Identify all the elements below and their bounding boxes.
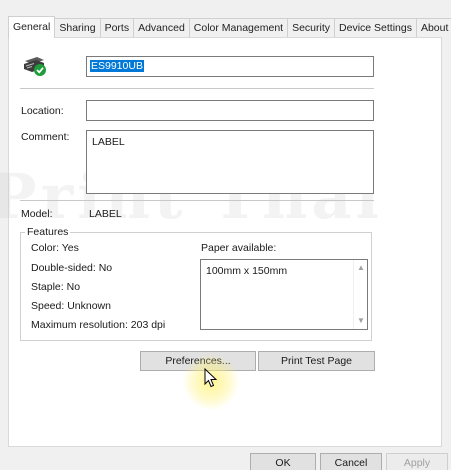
tab-device-settings[interactable]: Device Settings <box>334 18 417 38</box>
model-label: Model: <box>21 208 53 220</box>
preferences-button[interactable]: Preferences... <box>140 351 256 371</box>
tab-sharing[interactable]: Sharing <box>54 18 101 38</box>
ok-button[interactable]: OK <box>250 453 316 470</box>
cancel-button[interactable]: Cancel <box>320 453 382 470</box>
apply-button[interactable]: Apply <box>386 453 448 470</box>
divider <box>20 200 374 201</box>
comment-value: LABEL <box>92 136 125 148</box>
feature-double-sided: Double-sided: No <box>31 262 113 274</box>
print-test-page-button[interactable]: Print Test Page <box>258 351 375 371</box>
scroll-down-icon[interactable]: ▼ <box>357 316 365 325</box>
printer-default-icon <box>24 57 46 76</box>
tab-advanced[interactable]: Advanced <box>133 18 190 38</box>
paper-list-item[interactable]: 100mm x 150mm <box>206 265 287 277</box>
printer-name-text: ES9910UB <box>90 60 144 72</box>
tab-security[interactable]: Security <box>287 18 336 38</box>
comment-textarea[interactable]: LABEL <box>86 130 374 194</box>
feature-max-resolution: Maximum resolution: 203 dpi <box>31 319 166 331</box>
tab-general[interactable]: General <box>8 16 56 38</box>
features-title: Features <box>25 226 71 238</box>
paper-list[interactable]: 100mm x 150mm ▲ ▼ <box>200 259 368 330</box>
paper-list-scrollbar[interactable]: ▲ ▼ <box>353 260 367 329</box>
feature-speed: Speed: Unknown <box>31 300 111 312</box>
comment-label: Comment: <box>21 131 70 143</box>
tab-strip: General Sharing Ports Advanced Color Man… <box>8 16 451 38</box>
divider <box>20 88 374 89</box>
scroll-up-icon[interactable]: ▲ <box>357 263 365 272</box>
tab-ports[interactable]: Ports <box>99 18 135 38</box>
model-value: LABEL <box>89 208 122 220</box>
paper-available-label: Paper available: <box>201 242 277 254</box>
location-label: Location: <box>21 105 64 117</box>
location-input[interactable] <box>86 100 374 121</box>
feature-color: Color: Yes <box>31 242 79 254</box>
feature-staple: Staple: No <box>31 281 81 293</box>
printer-name-input[interactable]: ES9910UB <box>86 56 374 77</box>
tab-about[interactable]: About <box>415 18 451 38</box>
printer-properties-window: General Sharing Ports Advanced Color Man… <box>0 0 451 470</box>
tab-color-management[interactable]: Color Management <box>188 18 289 38</box>
